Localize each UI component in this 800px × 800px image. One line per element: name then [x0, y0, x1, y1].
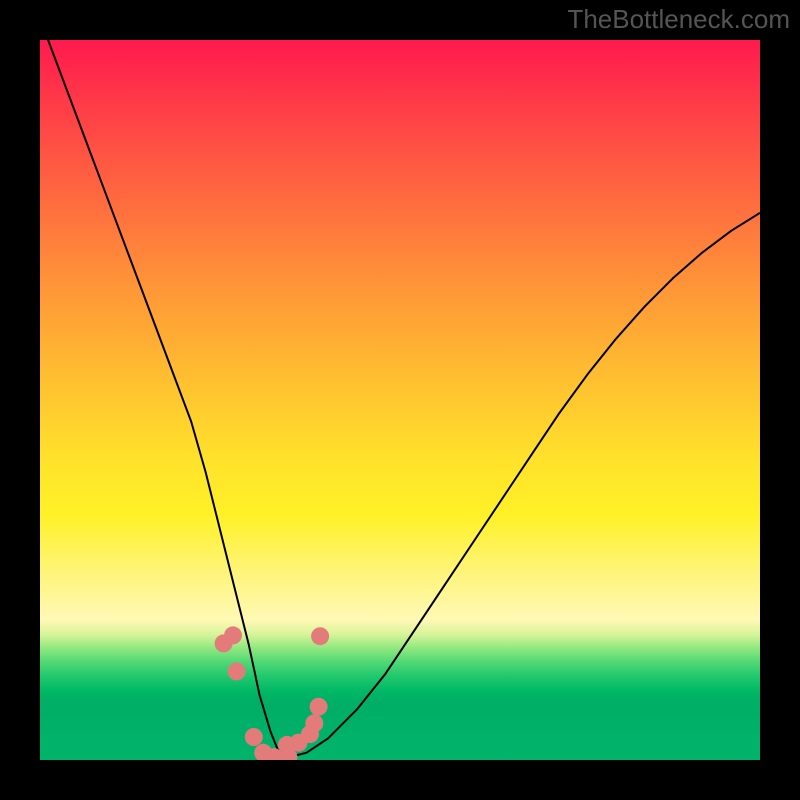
data-marker [245, 728, 263, 746]
watermark-text: TheBottleneck.com [567, 4, 790, 35]
data-marker [311, 627, 329, 645]
data-marker [310, 698, 328, 716]
data-marker [224, 626, 242, 644]
marker-group [215, 626, 330, 760]
chart-canvas: TheBottleneck.com [0, 0, 800, 800]
curve-layer [40, 40, 760, 760]
bottleneck-curve [40, 40, 760, 756]
data-marker [305, 714, 323, 732]
data-marker [228, 662, 246, 680]
plot-area [40, 40, 760, 760]
